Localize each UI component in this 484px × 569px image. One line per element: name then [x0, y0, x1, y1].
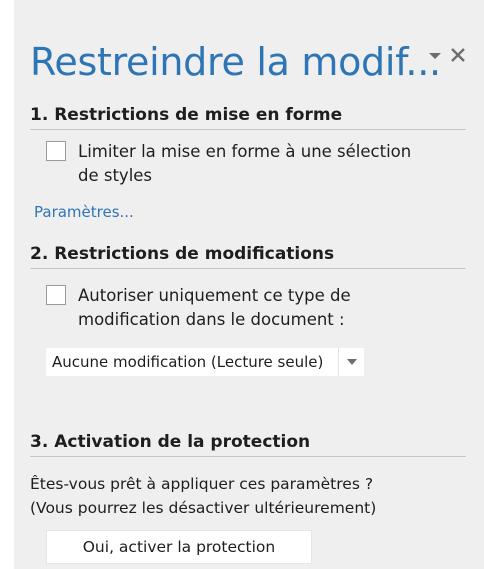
document-area-edge	[0, 0, 14, 569]
close-pane-button[interactable]	[446, 42, 470, 68]
limit-formatting-checkbox[interactable]	[46, 141, 66, 161]
enforcement-description: Êtes-vous prêt à appliquer ces paramètre…	[30, 475, 377, 517]
pane-title: Restreindre la modif...	[30, 40, 441, 84]
editing-type-select-value[interactable]: Aucune modification (Lecture seule)	[46, 353, 338, 371]
close-icon	[451, 48, 465, 62]
restrict-editing-pane: Restreindre la modif... 1. Restrictions …	[0, 0, 484, 569]
editing-type-select-arrow[interactable]	[338, 348, 364, 376]
editing-type-select[interactable]: Aucune modification (Lecture seule)	[46, 348, 364, 376]
allow-editing-type-checkbox[interactable]	[46, 285, 66, 305]
settings-link[interactable]: Paramètres...	[34, 203, 134, 221]
dropdown-triangle-icon	[346, 359, 357, 365]
allow-editing-type-label[interactable]: Autoriser uniquement ce type de modifica…	[78, 284, 351, 332]
start-enforcing-protection-button[interactable]: Oui, activer la protection	[46, 530, 312, 564]
dropdown-triangle-icon	[429, 53, 441, 59]
limit-formatting-label[interactable]: Limiter la mise en forme à une sélection…	[78, 140, 411, 188]
section-divider	[30, 456, 466, 457]
formatting-restrictions-heading: 1. Restrictions de mise en forme	[30, 105, 343, 125]
allow-editing-type-option[interactable]: Autoriser uniquement ce type de modifica…	[46, 284, 351, 332]
limit-formatting-option[interactable]: Limiter la mise en forme à une sélection…	[46, 140, 411, 188]
section-divider	[30, 268, 466, 269]
section-divider	[30, 129, 466, 130]
editing-restrictions-heading: 2. Restrictions de modifications	[30, 244, 335, 264]
pane-options-button[interactable]	[424, 45, 446, 67]
start-enforcement-heading: 3. Activation de la protection	[30, 432, 311, 452]
